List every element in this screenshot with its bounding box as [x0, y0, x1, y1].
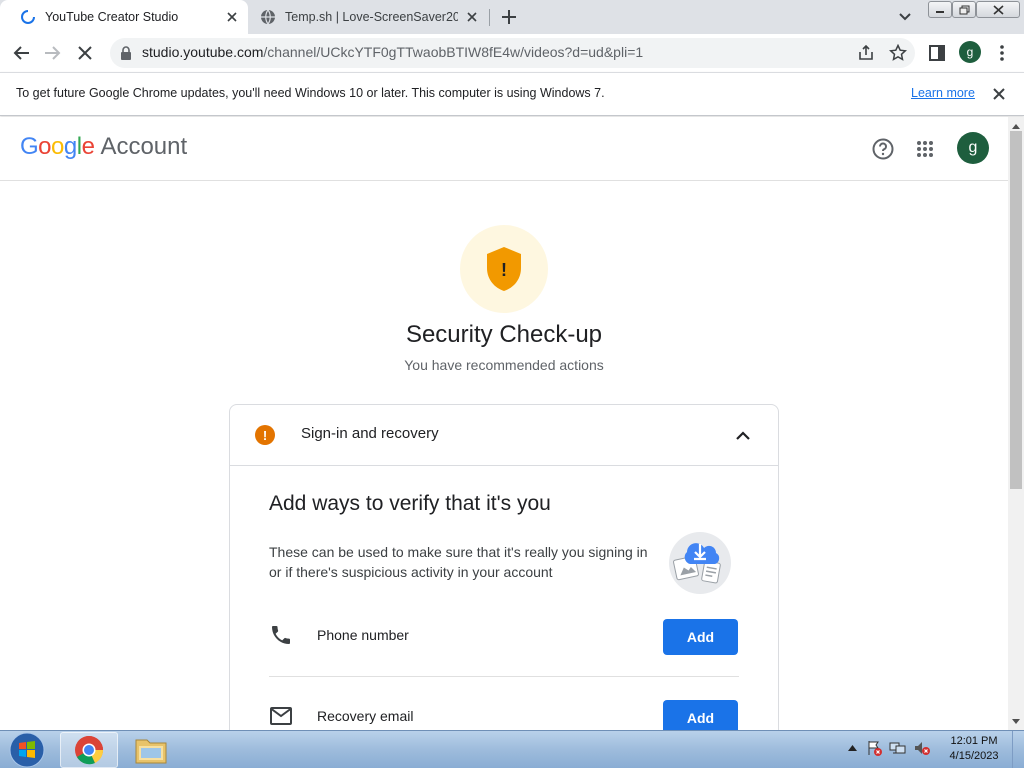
tab-youtube-studio[interactable]: YouTube Creator Studio: [0, 0, 248, 34]
scroll-down-arrow-icon[interactable]: [1008, 714, 1024, 728]
page-subtitle: You have recommended actions: [404, 357, 604, 373]
recovery-email-label: Recovery email: [317, 708, 414, 724]
verify-heading: Add ways to verify that it's you: [269, 492, 551, 515]
card-section-label: Sign-in and recovery: [301, 425, 439, 442]
logo-letter: g: [63, 133, 77, 160]
cloud-backup-illustration: [669, 532, 731, 594]
address-bar[interactable]: studio.youtube.com/channel/UCkcYTF0gTTwa…: [110, 38, 915, 68]
security-shield-badge: !: [460, 225, 548, 313]
windows-taskbar: 12:01 PM 4/15/2023: [0, 730, 1024, 768]
taskbar-chrome-button[interactable]: [60, 732, 118, 768]
logo-letter: e: [81, 133, 95, 160]
action-center-flag-icon[interactable]: [865, 739, 883, 757]
restore-button[interactable]: [952, 1, 976, 18]
windows-logo-icon: [9, 732, 45, 767]
phone-number-label: Phone number: [317, 627, 409, 643]
tab-separator: [489, 9, 490, 26]
loading-spinner-icon: [21, 10, 35, 24]
network-icon[interactable]: [889, 739, 907, 757]
system-clock[interactable]: 12:01 PM 4/15/2023: [940, 734, 1008, 764]
side-panel-icon[interactable]: [927, 43, 947, 63]
tab-close-icon[interactable]: [224, 9, 240, 25]
logo-letter: o: [38, 133, 52, 160]
globe-icon: [261, 9, 275, 25]
add-recovery-email-button[interactable]: Add: [663, 700, 738, 730]
share-icon[interactable]: [857, 44, 875, 62]
forward-arrow-icon[interactable]: [42, 42, 64, 64]
add-phone-button[interactable]: Add: [663, 619, 738, 655]
volume-muted-icon[interactable]: [913, 739, 931, 757]
signin-recovery-card: ! Sign-in and recovery Add ways to verif…: [229, 404, 779, 730]
page-title: Security Check-up: [405, 321, 603, 348]
kebab-menu-icon[interactable]: [992, 43, 1012, 63]
tab-strip: YouTube Creator Studio Temp.sh | Love-Sc…: [0, 0, 1024, 34]
update-infobar: To get future Google Chrome updates, you…: [0, 72, 1024, 116]
url-path: /channel/UCkcYTF0gTTwaobBTIW8fE4w/videos…: [263, 44, 644, 60]
warning-icon: !: [255, 425, 275, 445]
recovery-email-row: Recovery email Add: [269, 690, 739, 730]
google-account-logo[interactable]: Google Account: [20, 133, 187, 161]
profile-avatar[interactable]: g: [959, 41, 981, 63]
page-scrollbar[interactable]: [1008, 117, 1024, 730]
lock-icon[interactable]: [120, 46, 132, 60]
window-close-button[interactable]: [976, 1, 1020, 18]
tab-temp-sh[interactable]: Temp.sh | Love-ScreenSaver2022.: [252, 0, 488, 34]
tab-title: YouTube Creator Studio: [45, 10, 179, 24]
account-avatar[interactable]: g: [957, 132, 989, 164]
screen: YouTube Creator Studio Temp.sh | Love-Sc…: [0, 0, 1024, 768]
apps-grid-icon[interactable]: [913, 137, 937, 161]
card-header[interactable]: ! Sign-in and recovery: [230, 405, 778, 466]
shield-glyph: !: [501, 260, 507, 280]
url-text[interactable]: studio.youtube.com/channel/UCkcYTF0gTTwa…: [142, 44, 643, 60]
url-host: studio.youtube.com: [142, 44, 264, 60]
chevron-down-icon[interactable]: [896, 9, 914, 25]
new-tab-plus-icon[interactable]: [499, 7, 519, 27]
show-desktop-button[interactable]: [1012, 731, 1024, 768]
stop-loading-icon[interactable]: [74, 42, 96, 64]
logo-product: Account: [100, 133, 188, 160]
page-content: Google Account g ! Security Check-up You …: [0, 117, 1008, 730]
mail-icon: [270, 707, 292, 725]
help-icon[interactable]: [871, 137, 895, 161]
minimize-button[interactable]: [928, 1, 952, 18]
folder-icon: [135, 739, 167, 764]
clock-time: 12:01 PM: [950, 735, 998, 747]
account-header: Google Account g: [0, 117, 1008, 181]
tab-close-icon[interactable]: [464, 9, 480, 25]
tab-title: Temp.sh | Love-ScreenSaver2022.: [285, 10, 458, 24]
close-icon[interactable]: [991, 86, 1007, 102]
tray-expand-icon[interactable]: [843, 739, 861, 757]
start-button[interactable]: [4, 731, 50, 768]
browser-toolbar: studio.youtube.com/channel/UCkcYTF0gTTwa…: [0, 34, 1024, 72]
infobar-message: To get future Google Chrome updates, you…: [16, 86, 605, 100]
phone-icon: [272, 626, 290, 644]
bookmark-star-icon[interactable]: [889, 44, 907, 62]
taskbar-explorer-button[interactable]: [122, 732, 180, 768]
row-divider: [269, 676, 739, 677]
chevron-up-icon[interactable]: [734, 427, 752, 445]
logo-letter: G: [20, 133, 39, 160]
learn-more-link[interactable]: Learn more: [911, 86, 975, 100]
shield-warning-icon: !: [487, 247, 521, 291]
phone-number-row: Phone number Add: [269, 609, 739, 665]
logo-letter: o: [51, 133, 64, 160]
scrollbar-thumb[interactable]: [1010, 131, 1022, 489]
chrome-icon: [75, 736, 104, 765]
clock-date: 4/15/2023: [949, 750, 999, 762]
back-arrow-icon[interactable]: [10, 42, 32, 64]
verify-description: These can be used to make sure that it's…: [269, 544, 648, 580]
